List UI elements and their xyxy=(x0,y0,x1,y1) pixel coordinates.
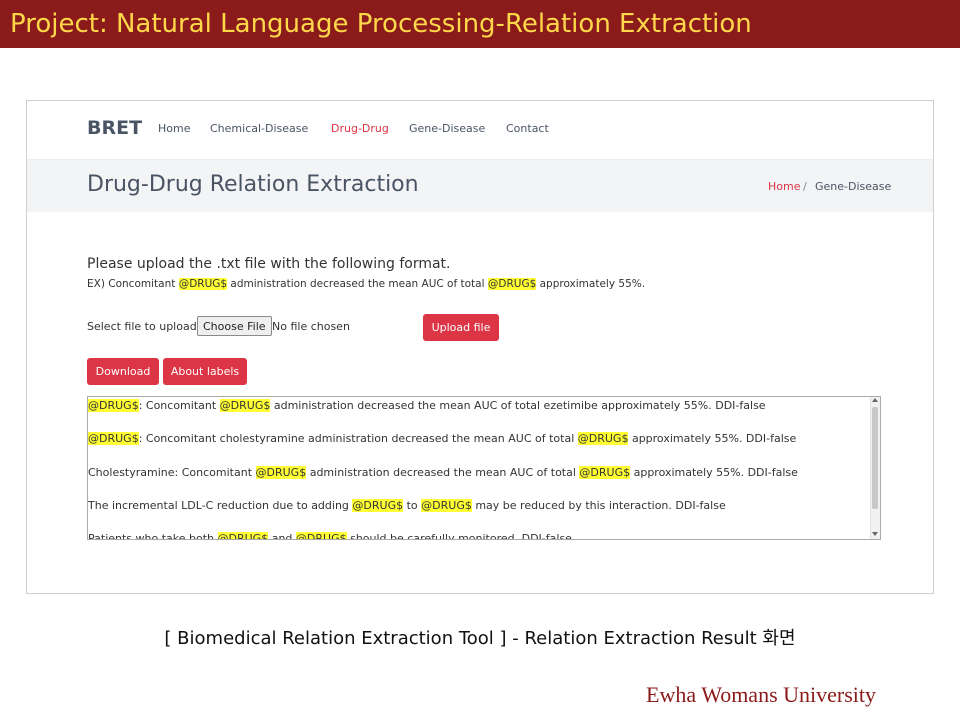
drug-tag-highlight: @DRUG$ xyxy=(579,466,631,479)
result-text: : Concomitant xyxy=(138,399,220,412)
result-line: The incremental LDL-C reduction due to a… xyxy=(88,499,726,513)
example-text: approximately 55%. xyxy=(536,278,646,290)
upload-instruction: Please upload the .txt file with the fol… xyxy=(87,256,451,272)
page-title-bar: Drug-Drug Relation Extraction Home / Gen… xyxy=(27,160,933,212)
upload-file-button[interactable]: Upload file xyxy=(423,314,499,341)
choose-file-button[interactable]: Choose File xyxy=(197,316,272,336)
result-text: Patients who take both xyxy=(88,532,218,540)
slide-caption: [ Biomedical Relation Extraction Tool ] … xyxy=(164,628,796,649)
university-name: Ewha Womans University xyxy=(646,682,877,707)
breadcrumb-home[interactable]: Home xyxy=(768,180,800,193)
results-scrollbar[interactable] xyxy=(870,397,880,539)
result-line: @DRUG$: Concomitant @DRUG$ administratio… xyxy=(88,399,766,413)
format-example: EX) Concomitant @DRUG$ administration de… xyxy=(87,278,645,290)
result-line: Cholestyramine: Concomitant @DRUG$ admin… xyxy=(88,466,798,480)
nav-item-drug-drug[interactable]: Drug-Drug xyxy=(331,122,389,135)
scrollbar-thumb[interactable] xyxy=(872,407,878,509)
result-text: : Concomitant cholestyramine administrat… xyxy=(138,432,578,445)
result-line: @DRUG$: Concomitant cholestyramine admin… xyxy=(88,432,796,446)
browser-screenshot-frame: BRET Home Chemical-Disease Drug-Drug Gen… xyxy=(26,100,934,594)
result-text: approximately 55%. DDI-false xyxy=(630,466,798,479)
slide-header: Project: Natural Language Processing-Rel… xyxy=(0,0,960,48)
result-text: The incremental LDL-C reduction due to a… xyxy=(88,499,353,512)
result-text: to xyxy=(403,499,422,512)
result-text: administration decreased the mean AUC of… xyxy=(306,466,580,479)
drug-tag-highlight: @DRUG$ xyxy=(421,499,472,512)
page-title: Drug-Drug Relation Extraction xyxy=(87,172,419,197)
result-line: Patients who take both @DRUG$ and @DRUG$… xyxy=(88,532,572,540)
brand-logo[interactable]: BRET xyxy=(87,117,142,139)
nav-item-home[interactable]: Home xyxy=(158,122,190,135)
result-text: and xyxy=(268,532,296,540)
drug-tag-highlight: @DRUG$ xyxy=(487,278,537,290)
download-button[interactable]: Download xyxy=(87,358,159,385)
nav-item-gene-disease[interactable]: Gene-Disease xyxy=(409,122,485,135)
drug-tag-highlight: @DRUG$ xyxy=(88,399,139,412)
about-labels-button[interactable]: About labels xyxy=(163,358,247,385)
select-file-label: Select file to upload: xyxy=(87,320,201,333)
drug-tag-highlight: @DRUG$ xyxy=(217,532,269,539)
drug-tag-highlight: @DRUG$ xyxy=(178,278,228,290)
breadcrumb-separator: / xyxy=(803,180,807,193)
example-text: administration decreased the mean AUC of… xyxy=(227,278,488,290)
drug-tag-highlight: @DRUG$ xyxy=(352,499,404,512)
breadcrumb-current: Gene-Disease xyxy=(815,180,892,193)
drug-tag-highlight: @DRUG$ xyxy=(88,432,139,445)
slide-title: Project: Natural Language Processing-Rel… xyxy=(10,9,752,39)
result-text: administration decreased the mean AUC of… xyxy=(270,399,766,412)
example-text: EX) Concomitant xyxy=(87,278,179,290)
result-text: should be carefully monitored. DDI-false xyxy=(346,532,572,540)
drug-tag-highlight: @DRUG$ xyxy=(255,466,307,479)
drug-tag-highlight: @DRUG$ xyxy=(295,532,347,539)
nav-item-chemical-disease[interactable]: Chemical-Disease xyxy=(210,122,308,135)
drug-tag-highlight: @DRUG$ xyxy=(577,432,629,445)
scroll-up-arrow-icon[interactable] xyxy=(872,398,878,402)
result-text: approximately 55%. DDI-false xyxy=(628,432,797,445)
scroll-down-arrow-icon[interactable] xyxy=(872,532,878,536)
drug-tag-highlight: @DRUG$ xyxy=(219,399,271,412)
results-textarea[interactable]: @DRUG$: Concomitant @DRUG$ administratio… xyxy=(87,396,881,540)
navbar: BRET Home Chemical-Disease Drug-Drug Gen… xyxy=(27,101,933,160)
result-text: Cholestyramine: Concomitant xyxy=(88,466,256,479)
no-file-chosen-text: No file chosen xyxy=(272,320,350,333)
nav-item-contact[interactable]: Contact xyxy=(506,122,549,135)
result-text: may be reduced by this interaction. DDI-… xyxy=(471,499,726,512)
